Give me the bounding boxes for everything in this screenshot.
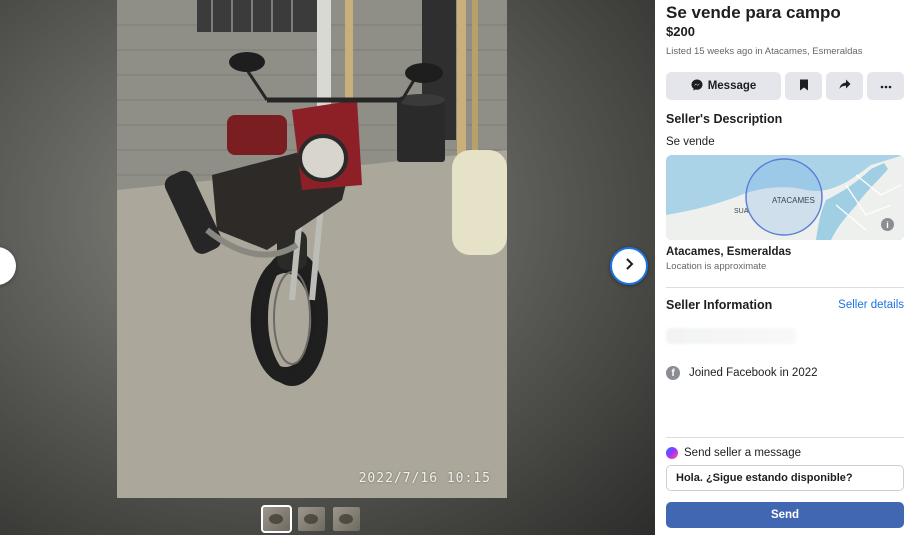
thumbnail[interactable] <box>261 505 292 533</box>
listing-meta: Listed 15 weeks ago in Atacames, Esmeral… <box>666 46 863 57</box>
listing-photo: 2022/7/16 10:15 <box>117 0 507 498</box>
more-horizontal-icon <box>880 80 892 92</box>
chevron-left-icon <box>0 257 4 276</box>
seller-profile-row[interactable] <box>666 328 796 344</box>
description-heading: Seller's Description <box>666 112 783 126</box>
messenger-icon <box>666 447 678 459</box>
send-button[interactable]: Send <box>666 502 904 528</box>
bookmark-icon <box>799 79 809 94</box>
share-button[interactable] <box>826 72 863 100</box>
previous-photo-button[interactable] <box>0 247 16 285</box>
listing-details-panel: Se vende para campo $200 Listed 15 weeks… <box>655 0 915 535</box>
more-options-button[interactable] <box>867 72 904 100</box>
save-button[interactable] <box>785 72 822 100</box>
location-map[interactable]: ATACAMES SUA i <box>666 155 904 240</box>
divider <box>666 287 904 288</box>
joined-facebook-row: f Joined Facebook in 2022 <box>666 366 818 380</box>
info-icon[interactable]: i <box>881 218 894 231</box>
motorcycle-photo <box>117 0 507 498</box>
description-text: Se vende <box>666 136 715 148</box>
location-name: Atacames, Esmeraldas <box>666 246 792 258</box>
map-label-secondary: SUA <box>734 208 749 215</box>
message-button[interactable]: Message <box>666 72 781 100</box>
photo-viewer: 2022/7/16 10:15 <box>0 0 655 535</box>
share-icon <box>839 79 851 93</box>
thumbnail[interactable] <box>333 507 360 531</box>
listing-price: $200 <box>666 24 695 39</box>
thumbnail-strip <box>261 505 360 533</box>
send-message-label: Send seller a message <box>666 447 801 459</box>
next-photo-button[interactable] <box>610 247 648 285</box>
location-note: Location is approximate <box>666 261 767 272</box>
seller-info-heading: Seller Information <box>666 298 773 312</box>
messenger-icon <box>691 79 703 94</box>
map-label-main: ATACAMES <box>772 196 815 205</box>
message-input[interactable]: Hola. ¿Sigue estando disponible? <box>666 465 904 491</box>
marketplace-listing-page: 2022/7/16 10:15 Se vende para campo $200… <box>0 0 915 535</box>
listing-title: Se vende para campo <box>666 3 841 22</box>
send-message-label-text: Send seller a message <box>684 447 801 459</box>
action-bar: Message <box>666 72 904 100</box>
thumbnail[interactable] <box>298 507 325 531</box>
divider <box>666 437 904 438</box>
seller-details-link[interactable]: Seller details <box>838 299 904 311</box>
photo-timestamp: 2022/7/16 10:15 <box>358 471 491 486</box>
chevron-right-icon <box>622 257 636 276</box>
message-button-label: Message <box>707 80 757 92</box>
joined-text: Joined Facebook in 2022 <box>689 367 818 379</box>
facebook-icon: f <box>666 366 680 380</box>
